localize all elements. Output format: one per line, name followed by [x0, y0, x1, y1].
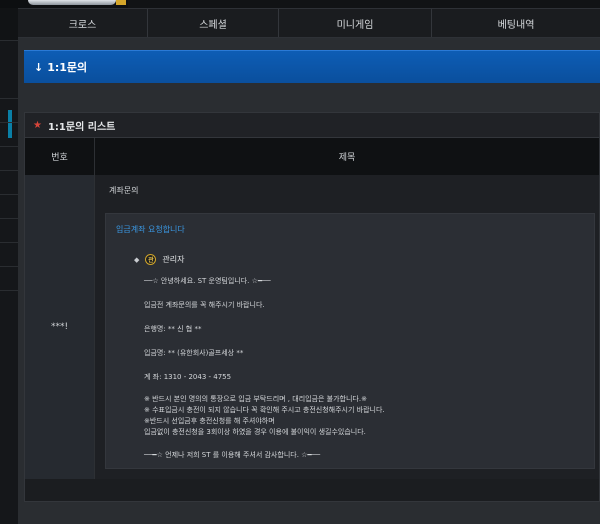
message-line: 계 좌: 1310 - 2043 - 4755 — [144, 373, 232, 381]
row-subject[interactable]: 계좌문의 — [109, 185, 138, 196]
column-subject: 제목 — [338, 153, 356, 163]
message-line: 은행명: ** 신 협 ** — [144, 325, 202, 333]
main-content: ↓ 1:1문의 ★ 1:1문의 리스트 번호 제목 ***! 계좌문의 입금계좌… — [18, 38, 600, 524]
left-rail — [0, 40, 18, 524]
logo-area — [0, 0, 128, 8]
row-number: ***! — [25, 175, 95, 479]
table-row[interactable]: ***! 계좌문의 입금계좌 요청합니다 ◆ 관 관리자 ──☆ 안녕하세요. … — [25, 175, 599, 479]
page-banner: ↓ 1:1문의 — [24, 50, 600, 83]
rail-cell — [0, 194, 18, 218]
rail-cell — [0, 122, 18, 146]
rail-cell — [0, 242, 18, 266]
star-icon: ★ — [33, 119, 42, 131]
message-line: ※ 반드시 본인 명의의 통장으로 입금 부탁드리며 , 대리입금은 불가합니다… — [144, 395, 367, 403]
rail-cell — [0, 290, 18, 314]
column-number: 번호 — [25, 138, 95, 175]
rail-cell — [0, 266, 18, 290]
reply-content: 입금계좌 요청합니다 ◆ 관 관리자 ──☆ 안녕하세요. ST 운영팀입니다.… — [105, 213, 595, 469]
author-name: 관리자 — [162, 255, 185, 264]
rail-cell — [0, 218, 18, 242]
nav-minigame[interactable]: 미니게임 — [279, 9, 432, 37]
message-line: 입금전 계좌문의를 꼭 해주시기 바랍니다. — [144, 301, 265, 309]
list-title: 1:1문의 리스트 — [47, 121, 116, 133]
logo-accent — [116, 0, 126, 5]
author-line: ◆ 관 관리자 — [134, 254, 184, 265]
page-title: 1:1문의 — [47, 61, 88, 74]
inquiry-list-panel: ★ 1:1문의 리스트 번호 제목 ***! 계좌문의 입금계좌 요청합니다 ◆… — [24, 112, 600, 502]
nav-special[interactable]: 스페셜 — [148, 9, 279, 37]
bullet-icon: ◆ — [134, 255, 140, 264]
message-line: ──━☆ 언제나 저희 ST 를 이용해 주셔서 감사합니다. ☆━── — [144, 451, 321, 459]
logo-shape — [28, 0, 116, 5]
top-nav: 크로스 스페셜 미니게임 베팅내역 — [18, 8, 600, 38]
content-title: 입금계좌 요청합니다 — [116, 225, 185, 234]
rail-cell — [0, 146, 18, 170]
admin-badge-icon: 관 — [145, 254, 157, 265]
row-body: 계좌문의 입금계좌 요청합니다 ◆ 관 관리자 ──☆ 안녕하세요. ST 운영… — [95, 175, 599, 479]
message-line: ※ 수표입금시 충전이 되지 않습니다 꼭 확인해 주시고 충전신청해주시기 바… — [144, 406, 385, 414]
message-line: ※반드시 선입금후 충전신청를 해 주셔야하며 — [144, 417, 275, 425]
table-header: 번호 제목 — [25, 138, 599, 175]
message-line: 입금명: ** (유한회사)골프세상 ** — [144, 349, 244, 357]
nav-cross[interactable]: 크로스 — [18, 9, 148, 37]
message-line: ──☆ 안녕하세요. ST 운영팀입니다. ☆━── — [144, 277, 271, 285]
list-header: ★ 1:1문의 리스트 — [25, 113, 599, 138]
arrow-down-icon: ↓ — [34, 60, 44, 74]
rail-cell — [0, 170, 18, 194]
message-line: 입금없이 충전신청을 3회이상 하였을 경우 이용에 불이익이 생길수있습니다. — [144, 428, 366, 436]
rail-cell — [0, 40, 18, 74]
rail-cell — [0, 98, 18, 122]
nav-bet-history[interactable]: 베팅내역 — [432, 9, 600, 37]
